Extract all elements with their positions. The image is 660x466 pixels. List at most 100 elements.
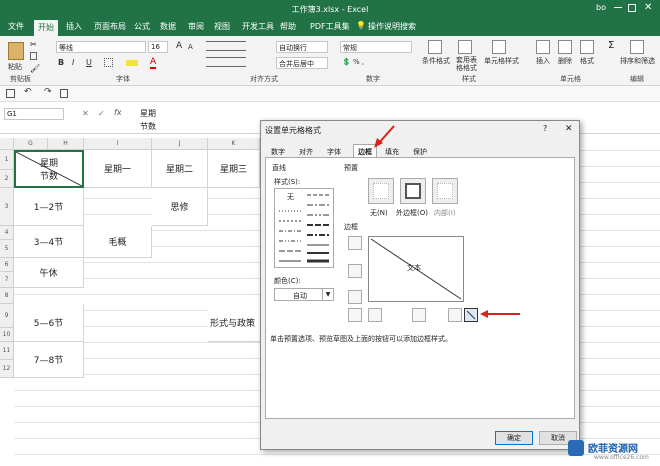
cell-style-button[interactable]: 单元格样式 [484, 56, 519, 66]
tab-developer[interactable]: 开发工具 [242, 21, 274, 32]
border-left-button[interactable] [368, 308, 382, 322]
paste-icon[interactable] [8, 42, 24, 60]
sort-filter-button[interactable]: 排序和筛选 [620, 56, 655, 66]
chevron-down-icon[interactable]: ▼ [322, 289, 333, 300]
help-button[interactable]: ? [543, 124, 547, 133]
customize-qat-icon[interactable] [60, 89, 68, 98]
ok-button[interactable]: 确定 [495, 431, 533, 445]
tab-pdf-tools[interactable]: PDF工具集 [310, 21, 350, 32]
tab-view[interactable]: 视图 [214, 21, 230, 32]
border-diag-down-button[interactable] [464, 308, 478, 322]
cell-period-5-6[interactable]: 5—6节 [14, 304, 84, 342]
border-preview[interactable]: 文本 [368, 236, 464, 302]
border-top-button[interactable] [348, 236, 362, 250]
cell-monday[interactable]: 星期一 [84, 150, 152, 188]
row-header-7[interactable]: 7 [0, 272, 14, 288]
tab-home[interactable]: 开始 [34, 20, 58, 36]
dialog-close-button[interactable]: ✕ [565, 124, 573, 134]
row-header-1[interactable]: 1 [0, 150, 14, 170]
autosum-icon[interactable]: Σ [608, 40, 614, 51]
format-table-button[interactable]: 套用表格格式 [456, 56, 478, 72]
save-icon[interactable] [6, 89, 15, 98]
copy-icon[interactable] [30, 52, 37, 60]
paste-button[interactable]: 粘贴 [8, 62, 22, 72]
align-top-icon[interactable] [206, 41, 246, 51]
tab-formulas[interactable]: 公式 [134, 21, 150, 32]
cell-style-icon[interactable] [492, 40, 506, 54]
underline-button[interactable]: U [86, 58, 92, 67]
select-all-corner[interactable] [0, 138, 14, 150]
preset-none-button[interactable] [368, 178, 394, 204]
insert-cells-button[interactable]: 插入 [536, 56, 550, 66]
currency-icon[interactable]: 💲 % , [342, 58, 364, 66]
border-right-button[interactable] [448, 308, 462, 322]
row-header-3[interactable]: 3 [0, 188, 14, 226]
font-name-select[interactable]: 等线 [56, 41, 146, 53]
close-window-button[interactable]: ✕ [644, 2, 652, 13]
italic-button[interactable]: I [72, 58, 74, 67]
cell-period-7-8[interactable]: 7—8节 [14, 342, 84, 378]
insert-cells-icon[interactable] [536, 40, 550, 54]
tab-help[interactable]: 帮助 [280, 21, 296, 32]
conditional-format-icon[interactable] [428, 40, 442, 54]
column-header-k[interactable]: K [208, 138, 260, 150]
enter-icon[interactable]: ✓ [98, 109, 105, 118]
cell-period-3-4[interactable]: 3—4节 [14, 226, 84, 258]
tab-review[interactable]: 审阅 [188, 21, 204, 32]
formula-line-1[interactable]: 星期 [140, 108, 156, 119]
font-color-icon[interactable]: A [150, 57, 157, 69]
tab-font[interactable]: 字体 [327, 147, 341, 157]
cell-wednesday[interactable]: 星期三 [208, 150, 260, 188]
row-header-8[interactable]: 8 [0, 288, 14, 304]
column-header-h[interactable]: H [48, 138, 84, 150]
conditional-format-button[interactable]: 条件格式 [422, 56, 450, 66]
undo-icon[interactable]: ↶ [24, 87, 32, 97]
tab-insert[interactable]: 插入 [66, 21, 82, 32]
borders-icon[interactable] [104, 58, 113, 67]
column-header-j[interactable]: J [152, 138, 208, 150]
format-cells-button[interactable]: 格式 [580, 56, 594, 66]
format-cells-icon[interactable] [580, 40, 594, 54]
border-diag-up-button[interactable] [348, 308, 362, 322]
tab-fill[interactable]: 填充 [385, 147, 399, 157]
border-middle-button[interactable] [348, 264, 362, 278]
border-vertical-button[interactable] [412, 308, 426, 322]
tab-number[interactable]: 数字 [271, 147, 285, 157]
row-header-6[interactable]: 6 [0, 258, 14, 272]
delete-cells-icon[interactable] [558, 40, 572, 54]
row-header-4[interactable]: 4 [0, 226, 14, 240]
border-bottom-button[interactable] [348, 290, 362, 304]
cell-xingshi[interactable]: 形式与政策 [208, 304, 264, 342]
cancel-icon[interactable]: ✕ [82, 109, 89, 118]
column-header-g[interactable]: G [14, 138, 48, 150]
minimize-button[interactable] [612, 1, 624, 13]
row-header-11[interactable]: 11 [0, 342, 14, 360]
cell-maogai[interactable]: 毛概 [84, 226, 152, 258]
wrap-text-button[interactable]: 自动换行 [276, 41, 328, 53]
cut-icon[interactable]: ✂ [30, 40, 37, 49]
preset-outline-button[interactable] [400, 178, 426, 204]
row-header-9[interactable]: 9 [0, 304, 14, 328]
cell-tuesday[interactable]: 星期二 [152, 150, 208, 188]
merge-center-button[interactable]: 合并后居中 [276, 57, 328, 69]
line-style-list[interactable]: 无 [274, 188, 334, 268]
cell-sixiu[interactable]: 思修 [152, 188, 208, 226]
row-header-5[interactable]: 5 [0, 240, 14, 258]
grow-font-button[interactable]: A [176, 41, 182, 51]
tab-protection[interactable]: 保护 [413, 147, 427, 157]
name-box[interactable]: G1 [4, 108, 64, 120]
tell-me-search[interactable]: 操作说明搜索 [368, 21, 416, 32]
sort-filter-icon[interactable] [630, 40, 644, 54]
redo-icon[interactable]: ↷ [44, 87, 52, 97]
delete-cells-button[interactable]: 删除 [558, 56, 572, 66]
row-header-12[interactable]: 12 [0, 360, 14, 378]
cell-period-1-2[interactable]: 1—2节 [14, 188, 84, 226]
number-format-select[interactable]: 常规 [340, 41, 412, 53]
tab-page-layout[interactable]: 页面布局 [94, 21, 126, 32]
fx-icon[interactable]: fx [114, 108, 122, 117]
cell-g1-diagonal[interactable]: 星期 节数 [14, 150, 84, 188]
formula-line-2[interactable]: 节数 [140, 121, 156, 132]
format-table-icon[interactable] [458, 40, 472, 54]
shrink-font-button[interactable]: A [188, 43, 193, 51]
preset-inside-button[interactable] [432, 178, 458, 204]
